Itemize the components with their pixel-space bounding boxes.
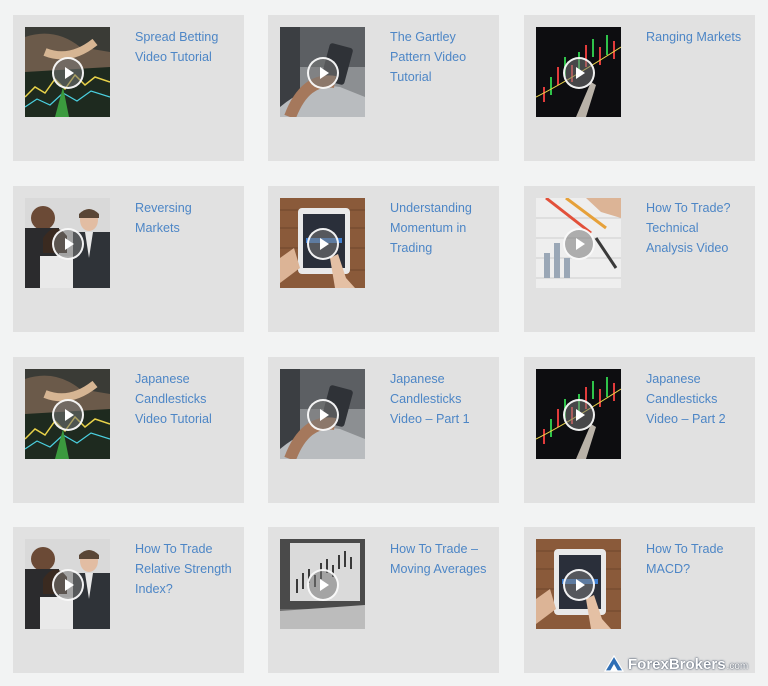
play-icon[interactable]: [563, 57, 595, 89]
video-card: Understanding Momentum in Trading: [268, 186, 499, 332]
video-card: Japanese Candlesticks Video Tutorial: [13, 357, 244, 503]
play-icon[interactable]: [307, 569, 339, 601]
forexbrokers-logo-icon: [604, 655, 624, 672]
video-card: How To Trade – Moving Averages: [268, 527, 499, 673]
video-title-link[interactable]: How To Trade – Moving Averages: [390, 539, 490, 579]
video-card: Japanese Candlesticks Video – Part 1: [268, 357, 499, 503]
video-thumbnail[interactable]: [280, 198, 365, 288]
play-icon[interactable]: [52, 569, 84, 601]
video-thumbnail[interactable]: [536, 369, 621, 459]
video-card: How To Trade? Technical Analysis Video: [524, 186, 755, 332]
watermark-name: ForexBrokers: [628, 655, 726, 673]
video-card: How To Trade Relative Strength Index?: [13, 527, 244, 673]
video-card: Japanese Candlesticks Video – Part 2: [524, 357, 755, 503]
video-title-link[interactable]: How To Trade MACD?: [646, 539, 746, 579]
video-thumbnail[interactable]: [536, 539, 621, 629]
video-title-link[interactable]: The Gartley Pattern Video Tutorial: [390, 27, 490, 87]
video-title-link[interactable]: Japanese Candlesticks Video – Part 2: [646, 369, 746, 429]
play-icon[interactable]: [563, 228, 595, 260]
forexbrokers-watermark: ForexBrokers .com: [604, 655, 748, 673]
video-title-link[interactable]: Japanese Candlesticks Video Tutorial: [135, 369, 235, 429]
video-thumbnail[interactable]: [280, 27, 365, 117]
video-thumbnail[interactable]: [280, 539, 365, 629]
video-card: Spread Betting Video Tutorial: [13, 15, 244, 161]
video-thumbnail[interactable]: [536, 198, 621, 288]
video-card: The Gartley Pattern Video Tutorial: [268, 15, 499, 161]
play-icon[interactable]: [307, 399, 339, 431]
video-title-link[interactable]: How To Trade? Technical Analysis Video: [646, 198, 746, 258]
play-icon[interactable]: [563, 569, 595, 601]
video-title-link[interactable]: How To Trade Relative Strength Index?: [135, 539, 235, 599]
video-title-link[interactable]: Japanese Candlesticks Video – Part 1: [390, 369, 490, 429]
video-title-link[interactable]: Ranging Markets: [646, 27, 746, 47]
video-card: Ranging Markets: [524, 15, 755, 161]
watermark-suffix: .com: [726, 660, 749, 672]
play-icon[interactable]: [52, 399, 84, 431]
video-tutorial-grid: Spread Betting Video Tutorial The Gartle…: [0, 0, 768, 686]
play-icon[interactable]: [563, 399, 595, 431]
video-thumbnail[interactable]: [25, 27, 110, 117]
play-icon[interactable]: [52, 57, 84, 89]
play-icon[interactable]: [307, 228, 339, 260]
video-thumbnail[interactable]: [536, 27, 621, 117]
video-thumbnail[interactable]: [25, 369, 110, 459]
video-card: How To Trade MACD?: [524, 527, 755, 673]
video-title-link[interactable]: Reversing Markets: [135, 198, 235, 238]
video-title-link[interactable]: Spread Betting Video Tutorial: [135, 27, 235, 67]
video-thumbnail[interactable]: [280, 369, 365, 459]
play-icon[interactable]: [307, 57, 339, 89]
video-title-link[interactable]: Understanding Momentum in Trading: [390, 198, 490, 258]
play-icon[interactable]: [52, 228, 84, 260]
video-card: Reversing Markets: [13, 186, 244, 332]
video-thumbnail[interactable]: [25, 198, 110, 288]
video-thumbnail[interactable]: [25, 539, 110, 629]
